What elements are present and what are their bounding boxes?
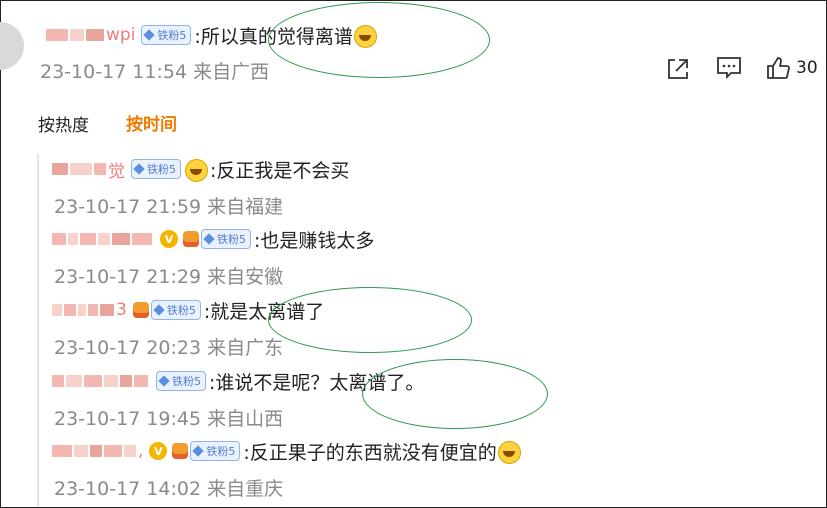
like-button[interactable]: 30 xyxy=(766,56,818,80)
fan-badge[interactable]: 铁粉5 xyxy=(156,371,206,391)
diamond-icon xyxy=(158,375,170,387)
reply-meta: 23-10-17 14:02 来自重庆 xyxy=(54,478,284,500)
crown-icon xyxy=(132,302,149,318)
fan-badge[interactable]: 铁粉5 xyxy=(201,229,251,249)
comment-icon xyxy=(716,56,742,80)
diamond-icon xyxy=(203,233,215,245)
username-fragment: 3 xyxy=(116,300,127,320)
reply-thread-line xyxy=(37,154,39,506)
annotation-ellipse xyxy=(268,287,472,353)
reply-meta: 23-10-17 19:45 来自山西 xyxy=(54,408,284,430)
share-icon xyxy=(666,57,690,81)
fan-badge[interactable]: 铁粉5 xyxy=(190,441,241,461)
username[interactable]: , xyxy=(52,441,143,461)
like-count: 30 xyxy=(796,58,818,78)
tab-sort-by-time[interactable]: 按时间 xyxy=(126,110,177,135)
reply-text: :反正果子的东西就没有便宜的 xyxy=(243,441,497,464)
reply-meta: 23-10-17 21:59 来自福建 xyxy=(54,196,284,218)
username[interactable] xyxy=(52,233,154,245)
fan-badge-label: 铁粉5 xyxy=(147,163,176,176)
reply-meta: 23-10-17 21:29 来自安徽 xyxy=(54,266,284,288)
fan-badge-label: 铁粉5 xyxy=(172,375,201,388)
annotation-ellipse xyxy=(362,359,548,429)
username[interactable]: wpi xyxy=(46,25,135,45)
username[interactable]: 觉 xyxy=(52,157,125,182)
username[interactable] xyxy=(52,375,150,387)
fan-badge-label: 铁粉5 xyxy=(157,29,187,42)
fan-badge[interactable]: 铁粉5 xyxy=(131,159,181,179)
fan-badge-label: 铁粉5 xyxy=(217,233,246,246)
username-fragment: , xyxy=(138,441,144,461)
username-fragment: wpi xyxy=(106,25,136,45)
fan-badge-label: 铁粉5 xyxy=(166,304,196,317)
laugh-cry-emoji-icon xyxy=(185,158,208,182)
diamond-icon xyxy=(133,163,145,175)
reply-item: , V 铁粉5 :反正果子的东西就没有便宜的 xyxy=(52,438,521,464)
reply-item: 觉 铁粉5 :反正我是不会买 xyxy=(52,156,349,182)
laugh-cry-emoji-icon xyxy=(497,440,521,464)
tab-sort-by-hot[interactable]: 按热度 xyxy=(38,111,89,136)
fan-badge-label: 铁粉5 xyxy=(206,445,236,458)
diamond-icon xyxy=(192,445,205,457)
reply-text: :反正我是不会买 xyxy=(210,159,350,182)
diamond-icon xyxy=(153,304,165,316)
comment-button[interactable] xyxy=(716,56,742,80)
verified-v-icon: V xyxy=(149,442,168,460)
like-icon xyxy=(766,56,790,80)
fan-badge[interactable]: 铁粉5 xyxy=(141,25,192,45)
share-button[interactable] xyxy=(666,57,690,81)
reply-item: V 铁粉5 :也是赚钱太多 xyxy=(52,226,374,252)
diamond-icon xyxy=(143,29,156,41)
crown-icon xyxy=(183,231,199,247)
annotation-ellipse xyxy=(268,2,490,78)
reply-meta: 23-10-17 20:23 来自广东 xyxy=(54,337,284,359)
crown-icon xyxy=(172,443,189,459)
comment-meta: 23-10-17 11:54 来自广西 xyxy=(40,61,270,83)
verified-v-icon: V xyxy=(160,230,178,248)
username[interactable]: 3 xyxy=(52,300,127,320)
reply-text: :也是赚钱太多 xyxy=(254,229,375,252)
username-fragment: 觉 xyxy=(108,161,125,182)
fan-badge[interactable]: 铁粉5 xyxy=(150,300,201,320)
